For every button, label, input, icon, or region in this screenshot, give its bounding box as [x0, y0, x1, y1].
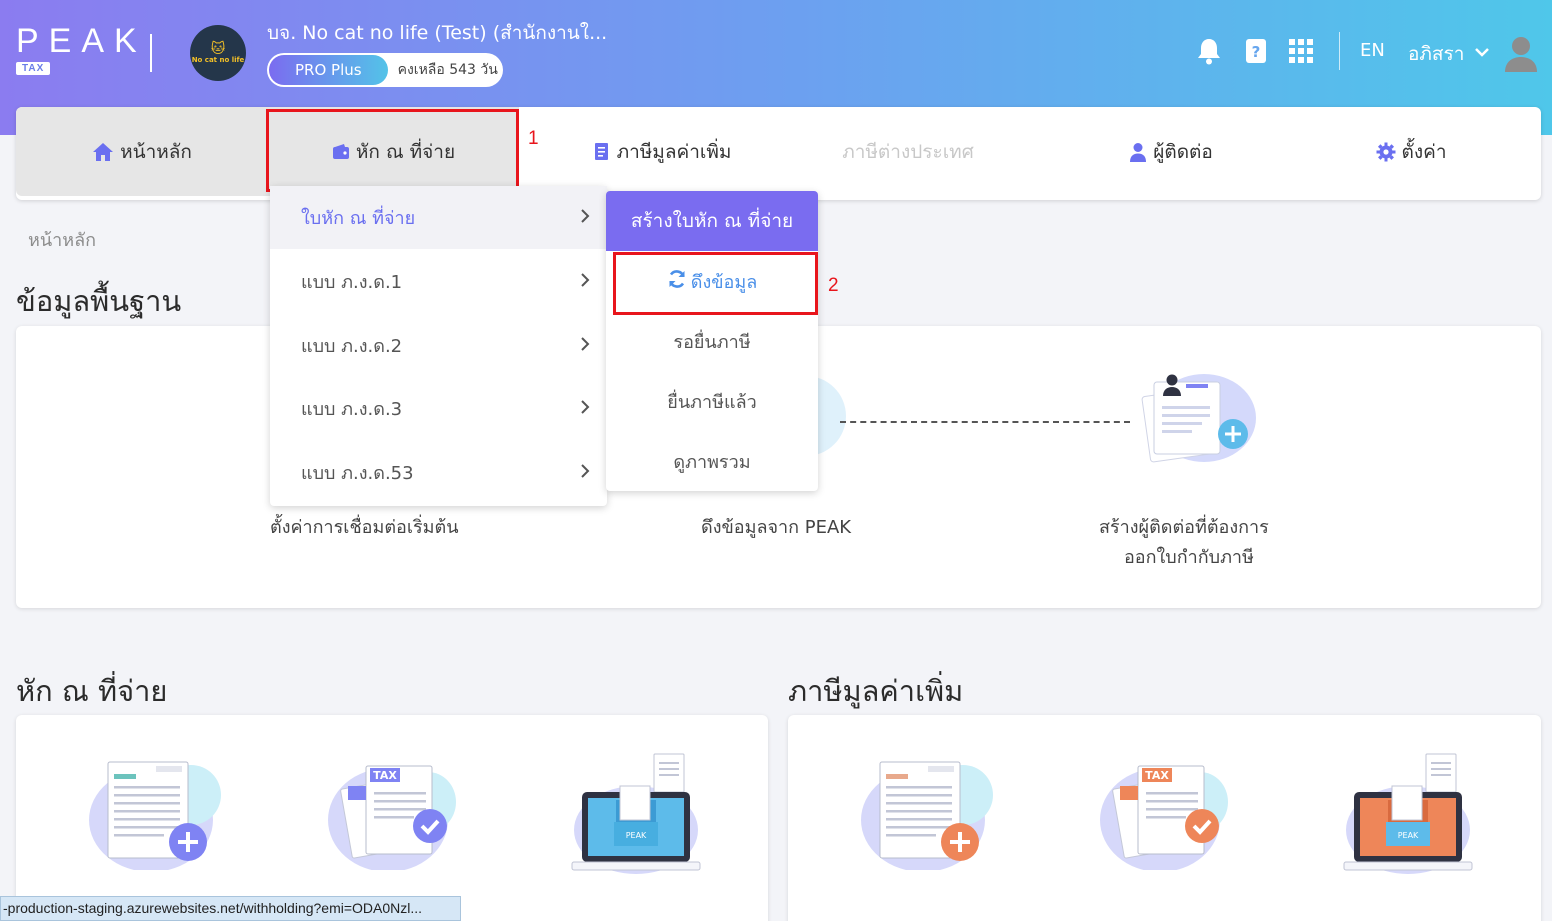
create-withholding-cert-button[interactable]: สร้างใบหัก ณ ที่จ่าย [606, 191, 818, 251]
home-icon [92, 142, 114, 162]
peak-logo[interactable]: PEAK TAX [16, 22, 147, 75]
nav-home[interactable]: หน้าหลัก [16, 107, 268, 196]
main-nav: หน้าหลัก หัก ณ ที่จ่าย ภาษีมูลค่าเพิ่ม ภ… [16, 107, 1541, 200]
chevron-right-icon [580, 208, 590, 229]
vat-section-title: ภาษีมูลค่าเพิ่ม [788, 674, 964, 708]
logo-tax-badge: TAX [16, 62, 51, 75]
apps-grid-icon[interactable] [1287, 36, 1315, 66]
logo-divider [150, 34, 152, 72]
withholding-section-title: หัก ณ ที่จ่าย [16, 674, 168, 708]
breadcrumb[interactable]: หน้าหลัก [28, 225, 96, 254]
menu-item-pnd3[interactable]: แบบ ภ.ง.ด.3 [270, 377, 607, 440]
menu-item-withholding-cert[interactable]: ใบหัก ณ ที่จ่าย [270, 186, 607, 249]
upload-to-peak-illustration: PEAK [571, 753, 701, 874]
withholding-card: TAX PEAK [16, 715, 768, 921]
nav-vat[interactable]: ภาษีมูลค่าเพิ่ม [519, 107, 806, 196]
withholding-dropdown: ใบหัก ณ ที่จ่าย แบบ ภ.ง.ด.1 แบบ ภ.ง.ด.2 … [270, 186, 607, 506]
language-switch[interactable]: EN [1360, 40, 1385, 61]
menu-item-pnd2[interactable]: แบบ ภ.ง.ด.2 [270, 314, 607, 377]
nav-foreign-tax-label: ภาษีต่างประเทศ [842, 140, 974, 163]
plan-badge: PRO Plus [269, 55, 388, 85]
create-form-illustration [89, 761, 221, 870]
chevron-right-icon [580, 272, 590, 293]
logo-text: PEAK [16, 22, 147, 60]
annotation-number-2: 2 [828, 275, 839, 296]
chevron-right-icon [580, 336, 590, 357]
company-avatar[interactable]: 🐱 No cat no life [190, 25, 246, 81]
help-book-icon[interactable]: ? [1242, 36, 1270, 66]
svg-text:PEAK: PEAK [626, 831, 647, 840]
pending-filing-item[interactable]: รอยื่นภาษี [606, 311, 818, 371]
add-contact-illustration [1141, 374, 1256, 463]
svg-text:TAX: TAX [1145, 769, 1169, 782]
browser-status-url: -production-staging.azurewebsites.net/wi… [0, 896, 461, 921]
document-icon [594, 142, 611, 162]
svg-text:PEAK: PEAK [1398, 831, 1419, 840]
menu-item-pnd1[interactable]: แบบ ภ.ง.ด.1 [270, 250, 607, 313]
upload-vat-illustration: PEAK [1343, 753, 1473, 874]
filed-item[interactable]: ยื่นภาษีแล้ว [606, 371, 818, 431]
annotation-number-1: 1 [528, 128, 539, 149]
svg-text:TAX: TAX [373, 769, 397, 782]
nav-vat-label: ภาษีมูลค่าเพิ่ม [616, 140, 732, 163]
header-divider [1339, 32, 1340, 70]
menu-item-label: แบบ ภ.ง.ด.53 [301, 463, 414, 484]
bell-icon[interactable] [1195, 36, 1223, 66]
overview-item[interactable]: ดูภาพรวม [606, 431, 818, 491]
nav-foreign-tax[interactable]: ภาษีต่างประเทศ [806, 107, 1010, 196]
plan-days-left: คงเหลือ 543 วัน [397, 62, 498, 78]
nav-contacts[interactable]: ผู้ติดต่อ [1036, 107, 1306, 196]
tax-form-check-illustration: TAX [328, 765, 456, 870]
step-pull-peak-label[interactable]: ดึงข้อมูลจาก PEAK [701, 512, 851, 541]
user-avatar-icon[interactable] [1503, 34, 1539, 76]
vat-card: TAX PEAK [788, 715, 1541, 921]
step-setup-connection-label[interactable]: ตั้งค่าการเชื่อมต่อเริ่มต้น [270, 512, 459, 541]
company-logo-text: No cat no life [191, 56, 245, 64]
cat-icon: 🐱 [210, 41, 226, 57]
nav-contacts-label: ผู้ติดต่อ [1153, 140, 1213, 163]
svg-text:?: ? [1252, 43, 1261, 61]
basic-info-title: ข้อมูลพื้นฐาน [16, 284, 182, 318]
company-name[interactable]: บจ. No cat no life (Test) (สำนักงานใ... [267, 18, 607, 48]
menu-item-label: แบบ ภ.ง.ด.1 [301, 272, 403, 293]
nav-home-label: หน้าหลัก [120, 140, 192, 163]
annotation-box-step2 [613, 252, 818, 315]
gear-icon [1376, 142, 1396, 162]
withholding-cert-submenu: สร้างใบหัก ณ ที่จ่าย ดึงข้อมูล รอยื่นภาษ… [606, 191, 818, 491]
menu-item-label: แบบ ภ.ง.ด.2 [301, 336, 403, 357]
menu-item-label: แบบ ภ.ง.ด.3 [301, 399, 403, 420]
menu-item-pnd53[interactable]: แบบ ภ.ง.ด.53 [270, 441, 607, 504]
plan-pill[interactable]: PRO Plus คงเหลือ 543 วัน [267, 53, 503, 87]
chevron-right-icon [580, 399, 590, 420]
create-vat-form-illustration [861, 761, 993, 870]
person-icon [1129, 142, 1147, 162]
user-name[interactable]: อภิสรา [1408, 39, 1464, 69]
step-connector [840, 421, 1130, 423]
step-create-contact-label-2[interactable]: ออกใบกำกับภาษี [1124, 542, 1254, 571]
chevron-down-icon[interactable] [1474, 44, 1490, 63]
nav-settings-label: ตั้งค่า [1401, 140, 1447, 163]
chevron-right-icon [580, 463, 590, 484]
annotation-box-step1 [266, 109, 519, 192]
step-create-contact-label-1[interactable]: สร้างผู้ติดต่อที่ต้องการ [1099, 512, 1269, 541]
vat-form-check-illustration: TAX [1100, 765, 1228, 870]
nav-settings[interactable]: ตั้งค่า [1276, 107, 1546, 196]
menu-item-label: ใบหัก ณ ที่จ่าย [301, 208, 416, 229]
